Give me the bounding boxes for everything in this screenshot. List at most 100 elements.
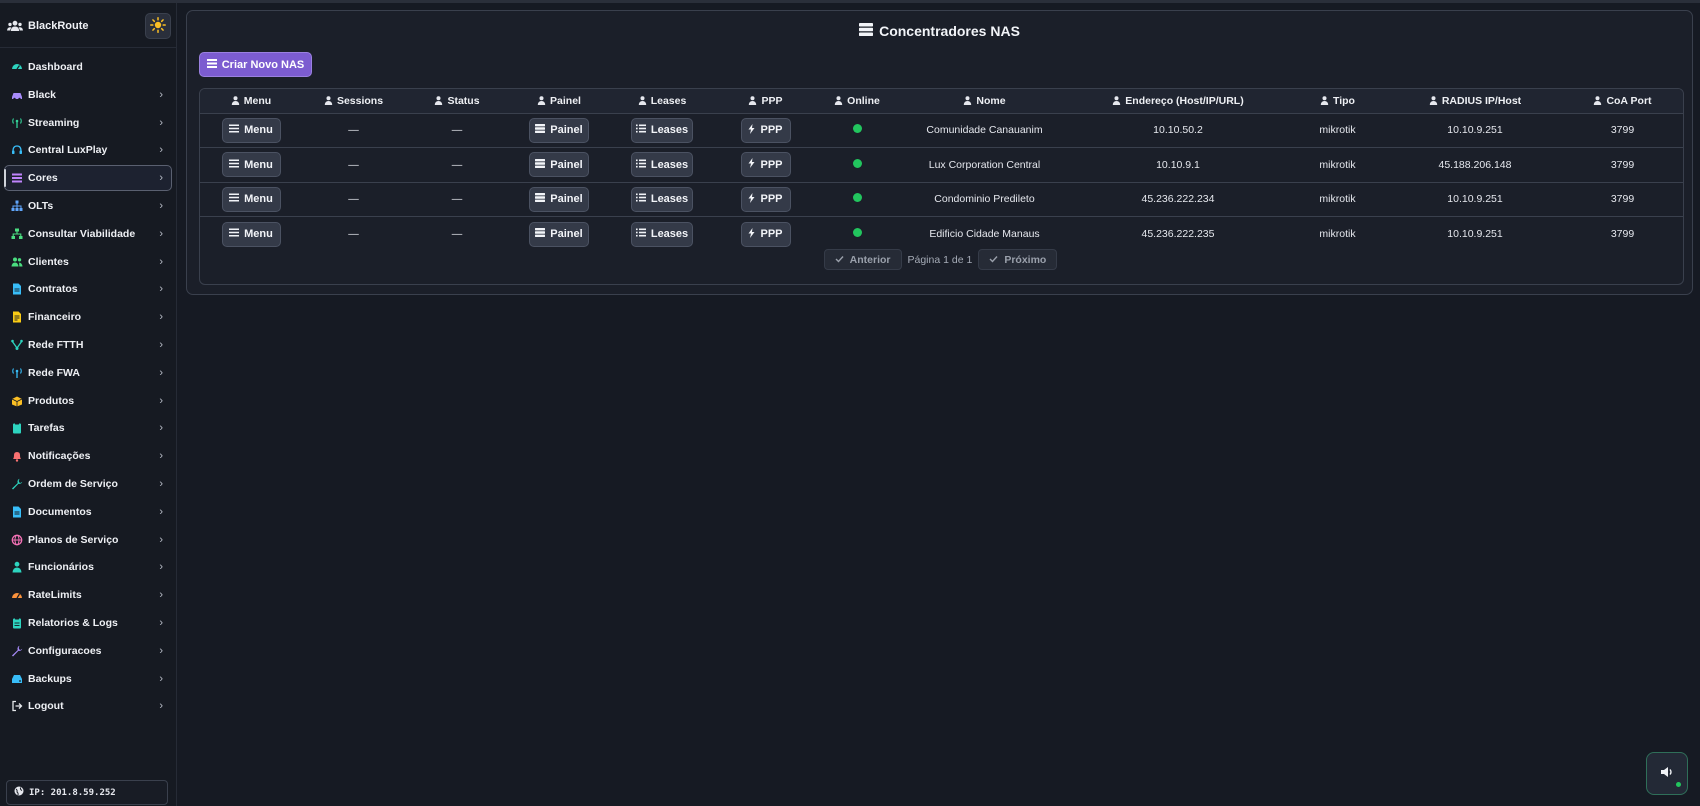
sidebar-item-funcionarios[interactable]: Funcionários › xyxy=(4,554,172,580)
sidebar-item-contratos[interactable]: Contratos › xyxy=(4,276,172,302)
column-header: Painel xyxy=(509,89,609,114)
person-icon xyxy=(638,95,651,107)
table-row: Menu — — Painel Leases PPP Lux Corporation Cen… xyxy=(200,147,1683,183)
sidebar-item-label: Notificações xyxy=(28,450,91,463)
painel-button-label: Painel xyxy=(550,228,583,240)
sidebar-item-label: Streaming xyxy=(28,116,80,129)
leases-button[interactable]: Leases xyxy=(631,186,693,212)
menu-button[interactable]: Menu xyxy=(221,186,281,212)
theme-toggle-button[interactable] xyxy=(145,13,171,39)
tipo-cell: mikrotik xyxy=(1285,182,1390,217)
painel-button[interactable]: Painel xyxy=(529,186,589,212)
ppp-button[interactable]: PPP xyxy=(740,152,791,178)
sidebar-item-backups[interactable]: Backups › xyxy=(4,666,172,692)
sidebar-item-tarefas[interactable]: Tarefas › xyxy=(4,415,172,441)
sidebar-item-black[interactable]: Black › xyxy=(4,82,172,108)
check-icon xyxy=(835,254,844,266)
chevron-right-icon: › xyxy=(159,450,163,463)
painel-button[interactable]: Painel xyxy=(529,117,589,143)
column-header-label: CoA Port xyxy=(1606,94,1652,107)
chevron-right-icon: › xyxy=(159,672,163,685)
tipo-cell: mikrotik xyxy=(1285,113,1390,148)
prev-page-button[interactable]: Anterior xyxy=(823,249,902,270)
sidebar-item-ratelimits[interactable]: RateLimits › xyxy=(4,582,172,608)
column-header: Sessions xyxy=(302,89,405,114)
column-header-label: Endereço (Host/IP/URL) xyxy=(1125,94,1244,107)
sidebar-item-label: Documentos xyxy=(28,505,92,518)
sidebar-item-documentos[interactable]: Documentos › xyxy=(4,499,172,525)
leases-cell: Leases xyxy=(609,147,715,183)
speaker-icon xyxy=(1660,766,1674,781)
drive-icon xyxy=(11,673,23,685)
menu-button[interactable]: Menu xyxy=(221,152,281,178)
leases-button-label: Leases xyxy=(650,124,689,137)
chevron-right-icon: › xyxy=(159,366,163,379)
sidebar-item-dashboard[interactable]: Dashboard xyxy=(4,54,172,80)
sidebar-item-label: Cores xyxy=(28,172,58,185)
person-icon xyxy=(11,561,23,573)
users-icon xyxy=(11,256,23,268)
server-icon xyxy=(535,124,546,136)
chevron-right-icon: › xyxy=(159,644,163,657)
sidebar-item-streaming[interactable]: Streaming › xyxy=(4,110,172,136)
sidebar-item-relatorios-logs[interactable]: Relatorios & Logs › xyxy=(4,610,172,636)
online-cell xyxy=(816,182,898,217)
menu-button[interactable]: Menu xyxy=(221,117,281,143)
bolt-icon xyxy=(748,158,755,171)
sidebar-item-produtos[interactable]: Produtos › xyxy=(4,388,172,414)
sidebar-item-planos-de-servico[interactable]: Planos de Serviço › xyxy=(4,527,172,553)
painel-button[interactable]: Painel xyxy=(529,221,589,247)
sidebar-item-ordem-de-servico[interactable]: Ordem de Serviço › xyxy=(4,471,172,497)
ppp-cell: PPP xyxy=(715,182,816,217)
sidebar-item-rede-ftth[interactable]: Rede FTTH › xyxy=(4,332,172,358)
painel-button[interactable]: Painel xyxy=(529,152,589,178)
sidebar-item-consultar-viabilidade[interactable]: Consultar Viabilidade › xyxy=(4,221,172,247)
status-cell: — xyxy=(451,228,463,240)
column-header-label: Nome xyxy=(976,94,1006,107)
chevron-right-icon: › xyxy=(159,88,163,101)
painel-cell: Painel xyxy=(509,147,609,183)
dashboard-icon xyxy=(11,61,23,73)
box-icon xyxy=(11,395,23,407)
sessions-cell: — xyxy=(302,147,405,183)
next-page-button[interactable]: Próximo xyxy=(978,249,1058,270)
endereco-cell: 10.10.50.2 xyxy=(1071,113,1285,148)
sidebar-item-cores[interactable]: Cores › xyxy=(4,165,172,192)
chevron-right-icon: › xyxy=(159,533,163,546)
users-icon xyxy=(6,19,24,33)
tools-icon xyxy=(11,645,23,657)
ppp-button[interactable]: PPP xyxy=(740,117,791,143)
sidebar-item-label: OLTs xyxy=(28,199,54,212)
column-header-label: Menu xyxy=(243,94,272,107)
sidebar-item-central-luxplay[interactable]: Central LuxPlay › xyxy=(4,137,172,163)
sidebar-item-notificacoes[interactable]: Notificações › xyxy=(4,443,172,469)
ppp-button-label: PPP xyxy=(760,124,783,137)
menu-button[interactable]: Menu xyxy=(221,221,281,247)
sitemap-icon xyxy=(11,200,23,212)
leases-button[interactable]: Leases xyxy=(631,117,693,143)
column-header: Endereço (Host/IP/URL) xyxy=(1071,89,1285,114)
sun-icon xyxy=(150,16,166,36)
sidebar-item-clientes[interactable]: Clientes › xyxy=(4,249,172,275)
person-icon xyxy=(1320,95,1333,107)
status-dot xyxy=(1676,782,1681,787)
create-nas-button[interactable]: Criar Novo NAS xyxy=(199,52,312,77)
online-status-dot xyxy=(852,193,862,203)
person-icon xyxy=(748,95,761,107)
online-status-dot xyxy=(852,158,862,168)
ppp-button[interactable]: PPP xyxy=(740,186,791,212)
sidebar-item-olts[interactable]: OLTs › xyxy=(4,193,172,219)
column-header-label: Tipo xyxy=(1333,94,1355,107)
sidebar-item-rede-fwa[interactable]: Rede FWA › xyxy=(4,360,172,386)
ppp-button[interactable]: PPP xyxy=(740,221,791,247)
sidebar-item-logout[interactable]: Logout › xyxy=(4,693,172,719)
sessions-cell: — xyxy=(302,182,405,217)
sidebar-item-financeiro[interactable]: Financeiro › xyxy=(4,304,172,330)
sound-toggle-button[interactable] xyxy=(1646,752,1688,795)
leases-button[interactable]: Leases xyxy=(631,221,693,247)
sidebar-item-configuracoes[interactable]: Configuracoes › xyxy=(4,638,172,664)
endereco-cell: 45.236.222.235 xyxy=(1141,228,1215,240)
leases-button[interactable]: Leases xyxy=(631,152,693,178)
menu-icon xyxy=(229,124,240,136)
column-header-label: Online xyxy=(847,94,880,107)
